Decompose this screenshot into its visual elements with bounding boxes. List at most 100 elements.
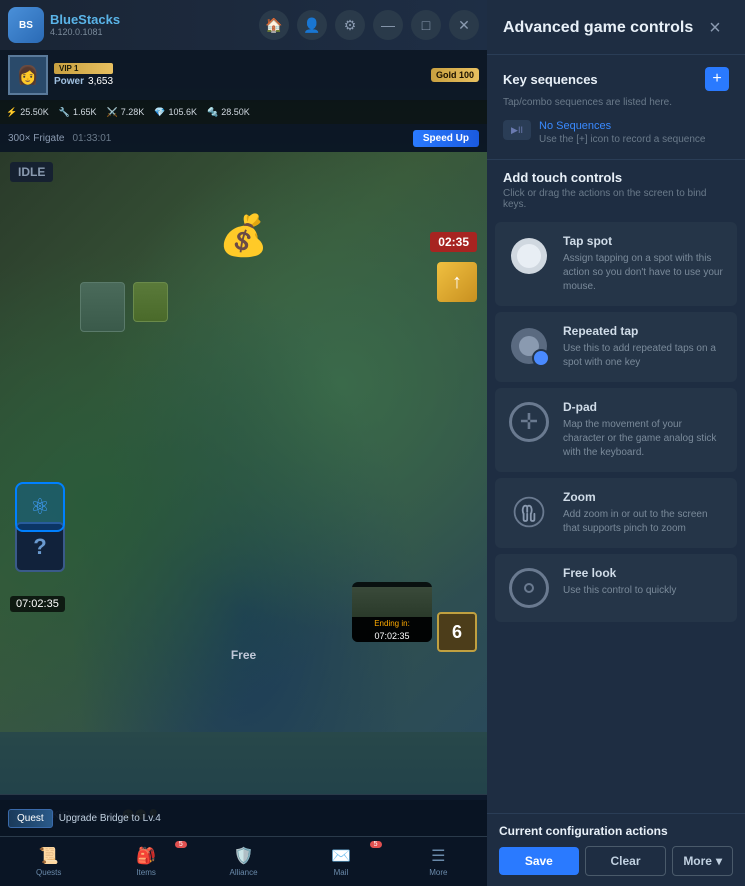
countdown-timer: 02:35: [430, 232, 477, 252]
ending-box: Ending in: 07:02:35: [352, 582, 432, 642]
power-value: 3,653: [88, 76, 113, 87]
quest-bar: Quest Upgrade Bridge to Lv.4: [0, 800, 487, 836]
bottom-left-timer: 07:02:35: [10, 596, 65, 612]
vip-badge: VIP 1: [54, 63, 113, 74]
home-icon[interactable]: 🏠: [259, 10, 289, 40]
bottom-nav: 📜 Quests 5 🎒 Items 🛡️ Alliance 5 ✉️ Mail…: [0, 836, 487, 886]
mission-tag: 300× Frigate: [8, 133, 64, 144]
player-icon[interactable]: 👤: [297, 10, 327, 40]
nav-more-label: More: [429, 868, 447, 877]
sequence-hint: Use the [+] icon to record a sequence: [539, 134, 706, 145]
bluestacks-logo: BS BlueStacks 4.120.0.1081: [8, 7, 120, 43]
more-label: More: [683, 854, 712, 868]
gold-bar: Gold 100: [431, 68, 479, 82]
dpad-name: D-pad: [563, 400, 725, 414]
dpad-icon: ✛: [507, 400, 551, 444]
quest-button[interactable]: Quest: [8, 809, 53, 828]
resource-item: ⚡25.50K: [6, 107, 49, 118]
player-avatar: 👩: [8, 55, 48, 95]
nav-more[interactable]: ☰ More: [390, 837, 487, 886]
close-panel-button[interactable]: ×: [701, 14, 729, 42]
repeated-tap-name: Repeated tap: [563, 324, 725, 338]
zoom-name: Zoom: [563, 490, 725, 504]
game-map[interactable]: IDLE 02:35 💰 ↑ ? ⚛ 07:02:35 6 Ending in:…: [0, 152, 487, 732]
mission-timer: 01:33:01: [72, 133, 111, 144]
controls-list: Tap spot Assign tapping on a spot with t…: [487, 216, 745, 813]
items-badge: 5: [175, 841, 187, 848]
alliance-icon: 🛡️: [234, 846, 254, 866]
mission-bar: 300× Frigate 01:33:01 Speed Up: [0, 124, 487, 152]
nav-quests[interactable]: 📜 Quests: [0, 837, 97, 886]
nav-alliance[interactable]: 🛡️ Alliance: [195, 837, 292, 886]
save-button[interactable]: Save: [499, 847, 579, 875]
freelook-desc: Use this control to quickly: [563, 584, 725, 598]
no-sequences-row: ▶II No Sequences Use the [+] icon to rec…: [503, 116, 729, 149]
mail-icon: ✉️: [331, 846, 351, 866]
key-sequences-section: Key sequences + Tap/combo sequences are …: [487, 55, 745, 160]
resource-item: 💎105.6K: [154, 107, 197, 118]
close-icon[interactable]: ✕: [449, 10, 479, 40]
buildings: [80, 282, 168, 332]
freelook-name: Free look: [563, 566, 725, 580]
panel-title: Advanced game controls: [503, 19, 693, 37]
dpad-desc: Map the movement of your character or th…: [563, 418, 725, 460]
tap-spot-icon: [507, 234, 551, 278]
ending-label: Ending in:: [352, 617, 432, 630]
game-area: BS BlueStacks 4.120.0.1081 🏠 👤 ⚙ — □ ✕ 👩…: [0, 0, 487, 886]
no-sequences-label: No Sequences: [539, 120, 706, 132]
mail-badge: 5: [370, 841, 382, 848]
right-panel: Advanced game controls × Key sequences +…: [487, 0, 745, 886]
free-label: Free: [231, 648, 256, 662]
quest-text: Upgrade Bridge to Lv.4: [59, 813, 161, 824]
key-sequences-desc: Tap/combo sequences are listed here.: [503, 97, 729, 108]
gold-pile: 💰: [219, 212, 269, 259]
more-chevron-icon: ▾: [716, 854, 722, 868]
zoom-desc: Add zoom in or out to the screen that su…: [563, 508, 725, 536]
resource-item: 🔩28.50K: [207, 107, 250, 118]
bluestacks-version: 4.120.0.1081: [50, 27, 120, 37]
nav-items-label: Items: [136, 868, 156, 877]
key-sequences-title: Key sequences: [503, 72, 598, 87]
repeated-tap-desc: Use this to add repeated taps on a spot …: [563, 342, 725, 370]
speed-up-button[interactable]: Speed Up: [413, 130, 479, 147]
maximize-icon[interactable]: □: [411, 10, 441, 40]
ending-timer: 07:02:35: [352, 630, 432, 642]
idle-badge: IDLE: [10, 162, 53, 182]
more-icon: ☰: [431, 846, 445, 866]
touch-controls-title: Add touch controls: [503, 170, 729, 185]
clear-button[interactable]: Clear: [585, 846, 667, 876]
bluestacks-icon: BS: [8, 7, 44, 43]
config-actions: Current configuration actions Save Clear…: [487, 813, 745, 886]
bluestacks-name: BlueStacks: [50, 13, 120, 27]
nav-items[interactable]: 5 🎒 Items: [97, 837, 194, 886]
top-bar: BS BlueStacks 4.120.0.1081 🏠 👤 ⚙ — □ ✕: [0, 0, 487, 50]
freelook-icon: [507, 566, 551, 610]
dpad-card[interactable]: ✛ D-pad Map the movement of your charact…: [495, 388, 737, 472]
zoom-icon: [507, 490, 551, 534]
more-button[interactable]: More ▾: [672, 846, 733, 876]
nav-alliance-label: Alliance: [230, 868, 258, 877]
action-buttons: Save Clear More ▾: [499, 846, 733, 876]
resource-item: ⚔️7.28K: [107, 107, 145, 118]
nav-mail-label: Mail: [334, 868, 349, 877]
quests-icon: 📜: [39, 846, 59, 866]
resource-item: 🔧1.65K: [59, 107, 97, 118]
tap-spot-card[interactable]: Tap spot Assign tapping on a spot with t…: [495, 222, 737, 306]
freelook-card[interactable]: Free look Use this control to quickly: [495, 554, 737, 622]
touch-controls-header: Add touch controls Click or drag the act…: [487, 160, 745, 216]
nav-quests-label: Quests: [36, 868, 61, 877]
react-icon[interactable]: ⚛: [15, 482, 65, 532]
tap-spot-desc: Assign tapping on a spot with this actio…: [563, 252, 725, 294]
add-sequence-button[interactable]: +: [705, 67, 729, 91]
zoom-card[interactable]: Zoom Add zoom in or out to the screen th…: [495, 478, 737, 548]
number-box[interactable]: 6: [437, 612, 477, 652]
minimize-icon[interactable]: —: [373, 10, 403, 40]
nav-mail[interactable]: 5 ✉️ Mail: [292, 837, 389, 886]
touch-controls-desc: Click or drag the actions on the screen …: [503, 188, 729, 210]
resources-row: ⚡25.50K 🔧1.65K ⚔️7.28K 💎105.6K 🔩28.50K: [0, 100, 487, 124]
repeated-tap-icon: [507, 324, 551, 368]
top-bar-icons: 🏠 👤 ⚙ — □ ✕: [259, 10, 479, 40]
repeated-tap-card[interactable]: Repeated tap Use this to add repeated ta…: [495, 312, 737, 382]
arrow-button[interactable]: ↑: [437, 262, 477, 302]
settings-icon[interactable]: ⚙: [335, 10, 365, 40]
